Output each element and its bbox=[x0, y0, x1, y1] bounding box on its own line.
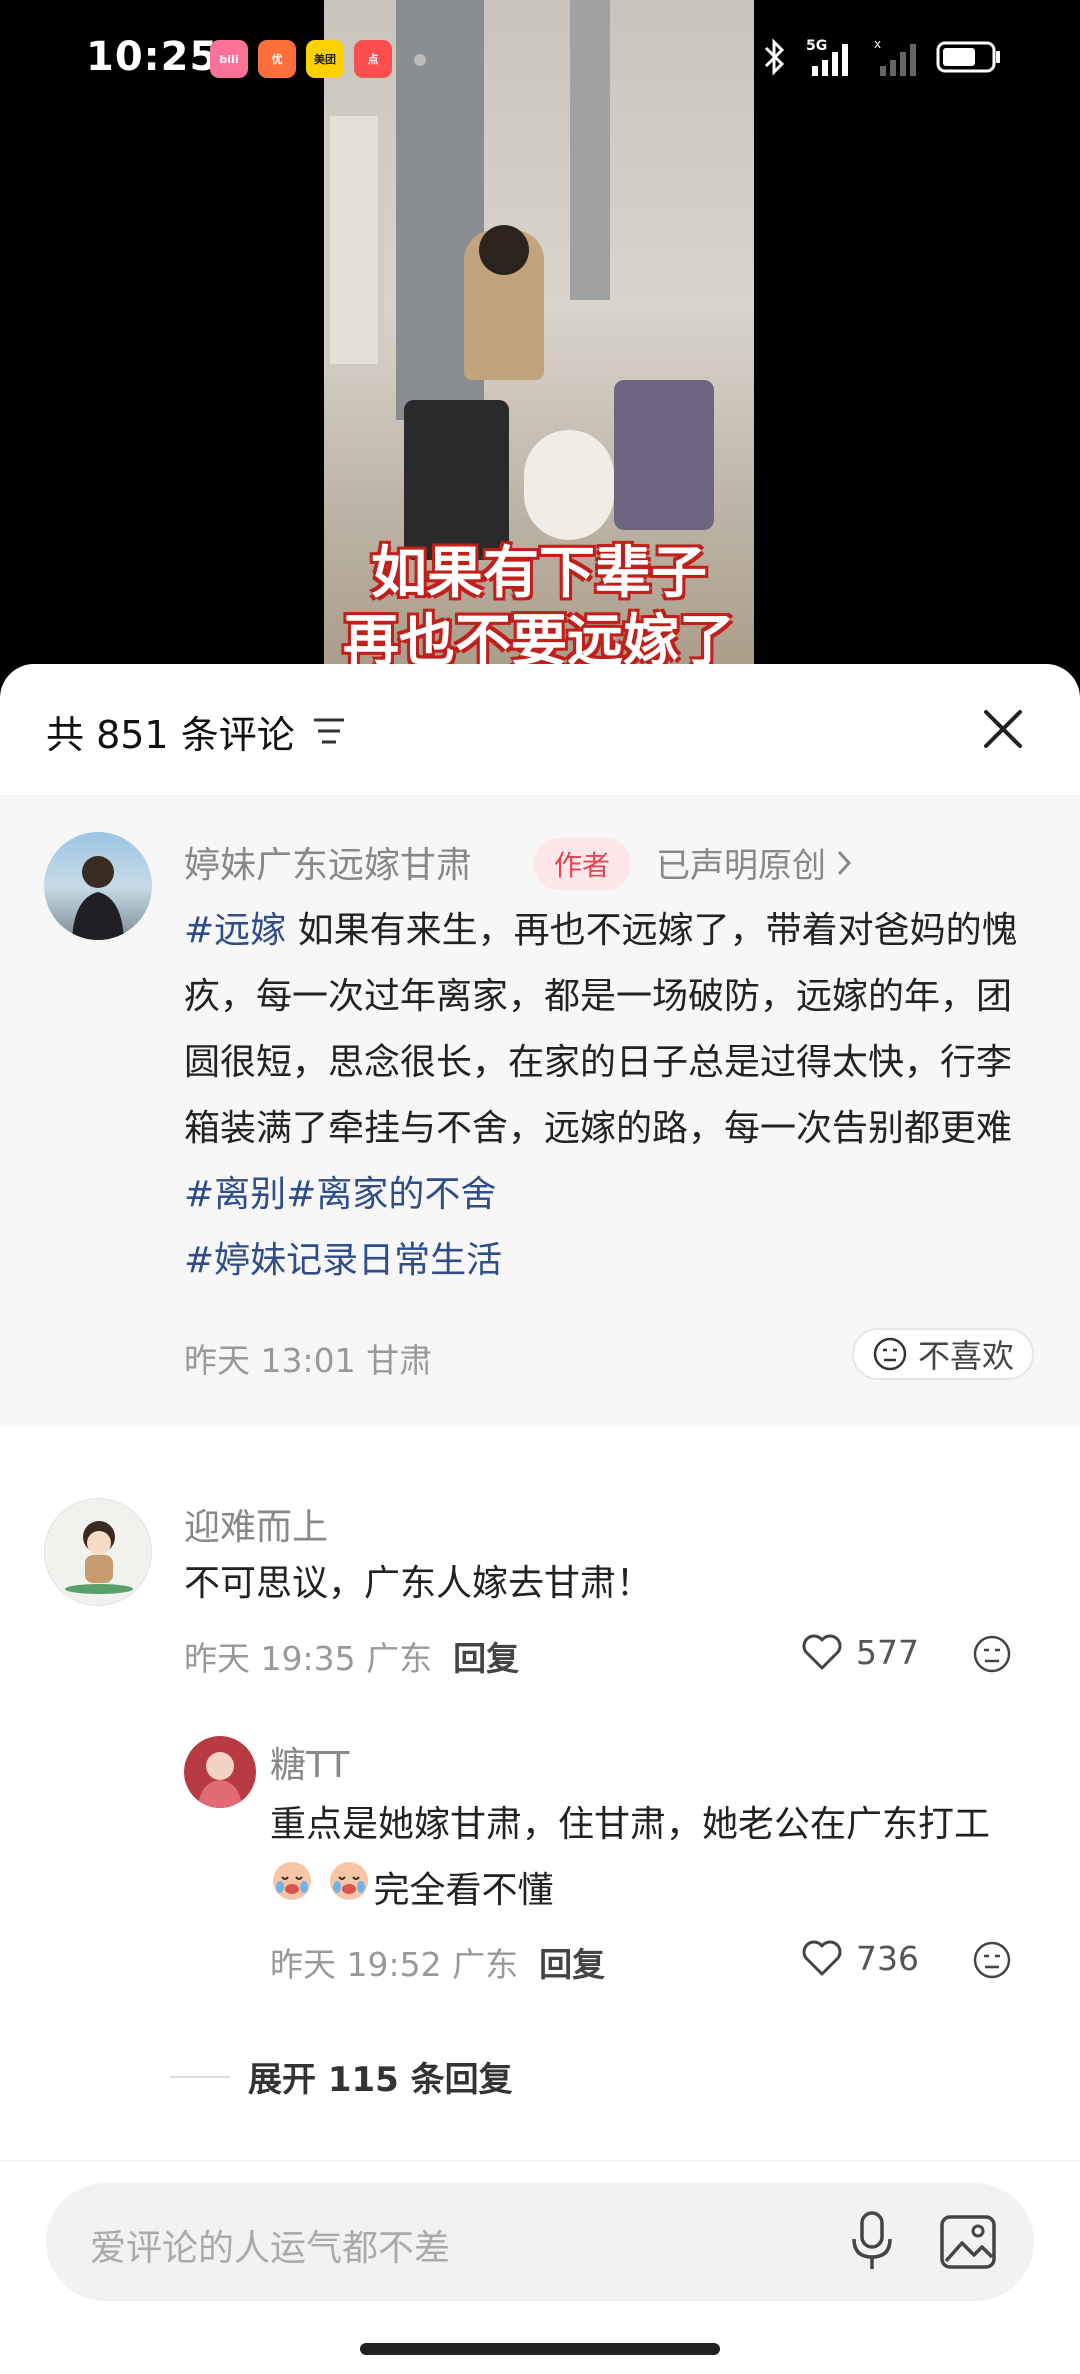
heart-icon bbox=[802, 1940, 842, 1976]
dislike-button[interactable]: 不喜欢 bbox=[851, 1328, 1034, 1380]
reply-text: 重点是她嫁甘肃，住甘肃，她老公在广东打工 完全看不懂 bbox=[270, 1792, 1040, 1925]
comment-time: 昨天 13:01 bbox=[184, 1341, 356, 1380]
frown-face-icon bbox=[873, 1337, 907, 1371]
cartoon-girl-avatar-icon bbox=[65, 1521, 133, 1594]
comment-input-bar: 爱评论的人运气都不差 bbox=[0, 2160, 1080, 2374]
person-avatar-icon bbox=[198, 1752, 242, 1808]
dislike-label: 不喜欢 bbox=[917, 1337, 1014, 1375]
bilibili-icon: bili bbox=[210, 40, 248, 78]
like-count: 577 bbox=[856, 1632, 919, 1672]
avatar[interactable] bbox=[44, 1498, 152, 1606]
comment-input[interactable]: 爱评论的人运气都不差 bbox=[46, 2183, 1034, 2301]
home-indicator[interactable] bbox=[360, 2343, 720, 2355]
frown-face-icon[interactable] bbox=[972, 1940, 1012, 1980]
commenter-name[interactable]: 糖TT bbox=[270, 1736, 349, 1788]
more-notifications-dot bbox=[414, 54, 426, 66]
comment-time: 昨天 19:52 bbox=[270, 1945, 442, 1984]
author-comment-text: #远嫁 如果有来生，再也不远嫁了，带着对爸妈的愧疚，每一次过年离家，都是一场破防… bbox=[184, 898, 1034, 1294]
reply-meta: 昨天 19:52 广东 回复 bbox=[270, 1938, 605, 1986]
comment-meta: 昨天 19:35 广东 回复 bbox=[184, 1632, 519, 1680]
image-icon[interactable] bbox=[938, 2213, 998, 2271]
comment-item[interactable]: 迎难而上 不可思议，广东人嫁去甘肃！ 昨天 19:35 广东 回复 577 bbox=[0, 1462, 1080, 1678]
like-count: 736 bbox=[856, 1938, 919, 1978]
status-time: 10:25 bbox=[86, 34, 219, 80]
expand-replies-button[interactable]: 展开 115 条回复 bbox=[170, 2052, 513, 2101]
video-scene-door bbox=[324, 110, 384, 370]
svg-text:5G: 5G bbox=[806, 38, 827, 54]
comment-location: 广东 bbox=[452, 1945, 519, 1984]
system-icons: 5G x bbox=[762, 36, 1002, 78]
hashtag-link[interactable]: #婷妹记录日常生活 bbox=[184, 1240, 502, 1281]
like-button[interactable]: 736 bbox=[800, 1938, 919, 1978]
video-scene-suitcase bbox=[614, 380, 714, 530]
sort-filter-icon[interactable] bbox=[312, 716, 346, 746]
crying-face-icon bbox=[273, 1862, 311, 1900]
bluetooth-icon bbox=[764, 38, 785, 76]
divider bbox=[170, 2075, 230, 2078]
comments-header: 共 851 条评论 bbox=[0, 664, 1080, 796]
video-scene-teddy-bear bbox=[524, 430, 614, 540]
meituan-icon: 美团 bbox=[306, 40, 344, 78]
video-scene-child-head bbox=[479, 225, 529, 275]
meituan-youxuan-icon: 优 bbox=[258, 40, 296, 78]
avatar[interactable] bbox=[44, 832, 152, 940]
status-bar: 10:25 bili 优 美团 点 5G x bbox=[0, 0, 1080, 120]
comment-text: 如果有来生，再也不远嫁了，带着对爸妈的愧疚，每一次过年离家，都是一场破防，远嫁的… bbox=[184, 910, 1018, 1149]
reply-button[interactable]: 回复 bbox=[539, 1945, 605, 1984]
like-button[interactable]: 577 bbox=[800, 1632, 919, 1672]
comment-location: 甘肃 bbox=[366, 1341, 433, 1380]
comments-sheet: 共 851 条评论 婷妹广东远嫁甘肃 作者 已声明原创 #远嫁 如果有来生，再也… bbox=[0, 664, 1080, 2374]
crying-emoji bbox=[270, 1859, 373, 1925]
author-comment-meta: 昨天 13:01 甘肃 bbox=[184, 1334, 432, 1382]
hashtag-link[interactable]: #远嫁 bbox=[184, 910, 286, 951]
reply-button[interactable]: 回复 bbox=[453, 1639, 519, 1678]
heart-icon bbox=[802, 1634, 842, 1670]
chevron-right-icon bbox=[837, 850, 852, 875]
avatar[interactable] bbox=[184, 1736, 256, 1808]
comments-count-title: 共 851 条评论 bbox=[46, 713, 295, 757]
svg-text:x: x bbox=[874, 37, 881, 51]
commenter-name[interactable]: 迎难而上 bbox=[184, 1498, 328, 1550]
microphone-icon[interactable] bbox=[846, 2209, 898, 2273]
notification-app-icons: bili 优 美团 点 bbox=[210, 40, 392, 78]
reply-item[interactable]: 糖TT 重点是她嫁甘肃，住甘肃，她老公在广东打工 完全看不懂 昨天 19:52 … bbox=[0, 1700, 1080, 1984]
hashtag-link[interactable]: #离别 bbox=[184, 1174, 286, 1215]
original-declared-label: 已声明原创 bbox=[656, 846, 826, 886]
signal-5g-icon: 5G bbox=[806, 38, 848, 76]
reply-text-main: 重点是她嫁甘肃，住甘肃，她老公在广东打工 bbox=[270, 1804, 991, 1845]
crying-face-icon bbox=[330, 1862, 369, 1900]
comment-text: 不可思议，广东人嫁去甘肃！ bbox=[184, 1563, 653, 1604]
original-declared-link[interactable]: 已声明原创 bbox=[656, 838, 852, 887]
close-icon[interactable] bbox=[978, 704, 1028, 754]
hashtag-link[interactable]: #离家的不舍 bbox=[286, 1174, 496, 1215]
comment-input-placeholder: 爱评论的人运气都不差 bbox=[90, 2228, 451, 2269]
dianping-icon: 点 bbox=[354, 40, 392, 78]
frown-face-icon[interactable] bbox=[972, 1634, 1012, 1674]
comment-time: 昨天 19:35 bbox=[184, 1639, 356, 1678]
author-comment[interactable]: 婷妹广东远嫁甘肃 作者 已声明原创 #远嫁 如果有来生，再也不远嫁了，带着对爸妈… bbox=[0, 796, 1080, 1426]
signal-empty-icon: x bbox=[874, 37, 916, 76]
author-name[interactable]: 婷妹广东远嫁甘肃 bbox=[184, 836, 472, 888]
expand-replies-label: 展开 115 条回复 bbox=[248, 2060, 513, 2100]
comment-location: 广东 bbox=[366, 1639, 433, 1678]
battery-icon bbox=[936, 41, 1000, 73]
person-avatar-icon bbox=[72, 856, 124, 940]
author-badge: 作者 bbox=[534, 838, 631, 890]
reply-text-end: 完全看不懂 bbox=[373, 1870, 554, 1911]
